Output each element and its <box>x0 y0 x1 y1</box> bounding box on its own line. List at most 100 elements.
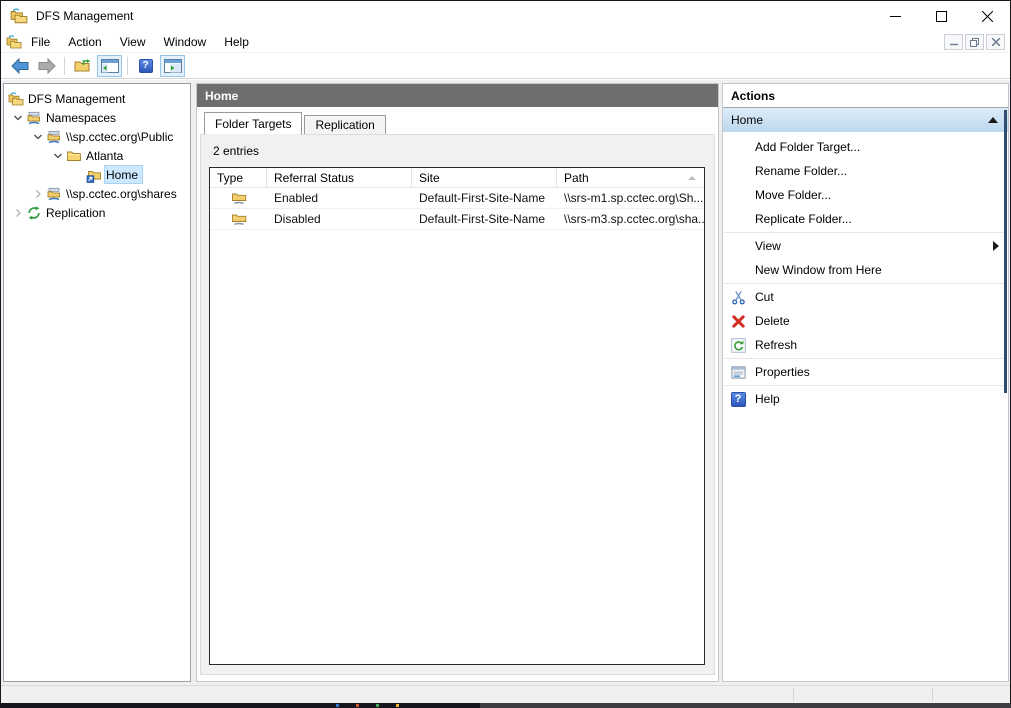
status-bar-separator <box>932 688 933 701</box>
tree-item-namespaces[interactable]: Namespaces <box>4 108 190 127</box>
action-help[interactable]: ? Help <box>723 387 1008 411</box>
menu-action[interactable]: Action <box>59 35 110 49</box>
results-pane: Home Folder Targets Replication 2 entrie… <box>196 83 719 682</box>
tab-folder-targets[interactable]: Folder Targets <box>204 112 303 135</box>
column-header-type[interactable]: Type <box>210 168 267 187</box>
action-view[interactable]: View <box>723 234 1008 258</box>
actions-scrollbar-thumb[interactable] <box>1004 110 1007 393</box>
child-close-button[interactable] <box>986 34 1005 50</box>
dfs-management-window: DFS Management File Action View Window H… <box>1 1 1010 703</box>
tree-item-label: \\sp.cctec.org\Public <box>66 129 174 144</box>
action-delete[interactable]: Delete <box>723 309 1008 333</box>
chevron-collapsed-icon[interactable] <box>30 186 46 202</box>
tree-item-label: DFS Management <box>28 91 126 106</box>
tab-replication[interactable]: Replication <box>304 115 386 135</box>
maximize-button[interactable] <box>918 1 964 31</box>
action-cut[interactable]: Cut <box>723 285 1008 309</box>
close-icon <box>981 10 993 22</box>
forward-button[interactable] <box>34 55 59 77</box>
show-hide-action-pane-button[interactable] <box>160 54 185 77</box>
action-add-folder-target[interactable]: Add Folder Target... <box>723 135 1008 159</box>
tree-item-namespace-public[interactable]: \\sp.cctec.org\Public <box>4 127 190 146</box>
action-properties[interactable]: Properties <box>723 360 1008 384</box>
chevron-collapsed-icon[interactable] <box>10 205 26 221</box>
folder-targets-list: Type Referral Status Site Path Enabled D… <box>209 167 705 665</box>
collapse-section-icon[interactable] <box>988 117 998 123</box>
action-rename-folder[interactable]: Rename Folder... <box>723 159 1008 183</box>
export-list-icon <box>74 58 90 71</box>
tree-item-label: Replication <box>46 205 106 220</box>
menu-view[interactable]: View <box>111 35 155 49</box>
action-refresh[interactable]: Refresh <box>723 333 1008 357</box>
menu-bar: File Action View Window Help <box>1 31 1010 53</box>
delete-icon <box>729 313 747 330</box>
cell-referral-status: Enabled <box>274 191 319 205</box>
submenu-arrow-icon <box>993 241 999 251</box>
tree-item-home[interactable]: Home <box>4 165 190 184</box>
action-new-window-from-here[interactable]: New Window from Here <box>723 258 1008 282</box>
minimize-icon <box>889 15 901 17</box>
actions-separator <box>724 232 1007 233</box>
chevron-expanded-icon[interactable] <box>30 129 46 145</box>
menu-file[interactable]: File <box>22 35 59 49</box>
dfs-folder-icon <box>86 167 102 183</box>
folder-icon <box>66 148 82 164</box>
action-replicate-folder[interactable]: Replicate Folder... <box>723 207 1008 231</box>
chevron-expanded-icon[interactable] <box>50 148 66 164</box>
console-tree-icon <box>100 58 119 73</box>
actions-pane-title: Actions <box>723 84 1008 108</box>
actions-separator <box>724 283 1007 284</box>
menu-window[interactable]: Window <box>155 35 216 49</box>
sort-ascending-icon <box>688 176 696 180</box>
help-button[interactable]: ? <box>133 55 158 77</box>
child-restore-button[interactable] <box>965 34 984 50</box>
maximize-icon <box>935 10 947 22</box>
tree-item-namespace-shares[interactable]: \\sp.cctec.org\shares <box>4 184 190 203</box>
export-list-button[interactable] <box>70 55 95 77</box>
table-row[interactable]: Disabled Default-First-Site-Name \\srs-m… <box>210 209 704 230</box>
menu-help[interactable]: Help <box>215 35 258 49</box>
cell-path: \\srs-m1.sp.cctec.org\Sh... <box>564 191 704 205</box>
column-header-path[interactable]: Path <box>557 168 704 187</box>
actions-section-home[interactable]: Home <box>723 108 1008 132</box>
child-minimize-button[interactable] <box>944 34 963 50</box>
namespace-icon <box>46 186 62 202</box>
desktop: DFS Management File Action View Window H… <box>0 0 1011 708</box>
table-row[interactable]: Enabled Default-First-Site-Name \\srs-m1… <box>210 188 704 209</box>
column-header-referral-status[interactable]: Referral Status <box>267 168 412 187</box>
taskbar-pixel <box>356 704 359 707</box>
column-header-site[interactable]: Site <box>412 168 557 187</box>
back-button[interactable] <box>7 55 32 77</box>
app-logo-icon <box>10 8 28 24</box>
minimize-button[interactable] <box>872 1 918 31</box>
folder-targets-tab-page: 2 entries Type Referral Status Site Path <box>200 134 715 675</box>
help-icon: ? <box>729 391 747 408</box>
tab-strip: Folder Targets Replication <box>204 112 386 135</box>
tree-item-label: Home <box>106 167 139 182</box>
taskbar-pixel <box>336 704 339 707</box>
close-button[interactable] <box>964 1 1010 31</box>
tab-label: Folder Targets <box>215 116 292 131</box>
action-move-folder[interactable]: Move Folder... <box>723 183 1008 207</box>
cell-referral-status: Disabled <box>274 212 321 226</box>
tree-item-atlanta[interactable]: Atlanta <box>4 146 190 165</box>
tree-item-dfs-management[interactable]: DFS Management <box>4 89 190 108</box>
show-hide-console-tree-button[interactable] <box>97 54 122 77</box>
list-header-row: Type Referral Status Site Path <box>210 168 704 188</box>
child-window-controls <box>944 34 1005 50</box>
workspace: DFS Management Namespaces \\sp.cctec.org… <box>1 80 1010 685</box>
status-bar-separator <box>793 688 794 701</box>
tab-label: Replication <box>315 118 375 132</box>
help-icon: ? <box>138 58 153 73</box>
cell-site: Default-First-Site-Name <box>419 191 546 205</box>
taskbar-pixel <box>396 704 399 707</box>
toolbar-separator <box>127 56 128 75</box>
chevron-expanded-icon[interactable] <box>10 110 26 126</box>
tree-item-replication[interactable]: Replication <box>4 203 190 222</box>
refresh-icon <box>729 337 747 354</box>
tree-item-label: Namespaces <box>46 110 117 125</box>
taskbar-segment <box>480 703 1011 708</box>
status-bar <box>1 685 1010 703</box>
title-bar: DFS Management <box>1 1 1010 31</box>
toolbar-separator <box>64 56 65 75</box>
